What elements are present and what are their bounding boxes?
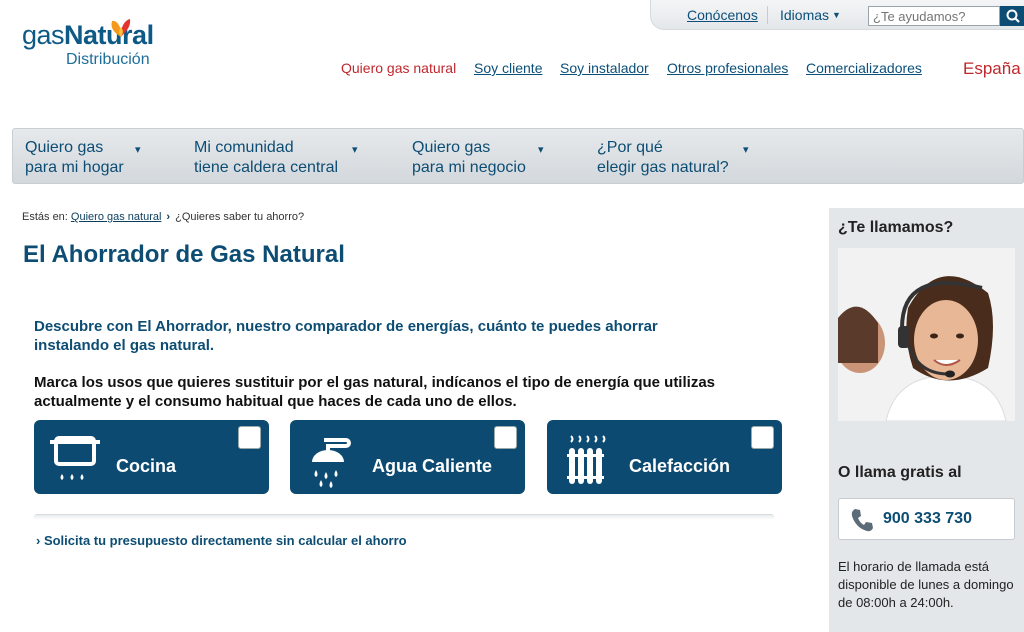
nav-soy-instalador[interactable]: Soy instalador: [560, 60, 649, 76]
phone-box[interactable]: 900 333 730: [838, 498, 1015, 540]
call-schedule-text: El horario de llamada está disponible de…: [838, 559, 1014, 610]
nav-quiero-gas-natural[interactable]: Quiero gas natural: [341, 60, 456, 76]
callback-title: ¿Te llamamos?: [838, 219, 954, 236]
menu-comunidad[interactable]: Mi comunidad tiene caldera central ▾: [194, 138, 358, 178]
card-calefaccion-label: Calefacción: [629, 456, 731, 476]
phone-number: 900 333 730: [883, 510, 972, 527]
search-button[interactable]: [1000, 6, 1024, 26]
menu-comunidad-line1: Mi comunidad: [194, 139, 294, 156]
main-menu: Quiero gas para mi hogar ▾ Mi comunidad …: [12, 128, 1024, 184]
gas-natural-logo[interactable]: gasNatural Distribución: [22, 19, 154, 68]
call-title: O llama gratis al: [838, 464, 962, 481]
call-center-agent-image[interactable]: [838, 248, 1015, 421]
logo-brand: gasNatural: [22, 20, 154, 51]
menu-comunidad-line2: tiene caldera central: [194, 159, 339, 176]
card-cocina-label: Cocina: [116, 456, 177, 476]
menu-negocio-line1: Quiero gas: [412, 139, 491, 156]
menu-hogar-line2: para mi hogar: [25, 159, 124, 176]
breadcrumb-prefix: Estás en:: [22, 211, 68, 223]
solicita-presupuesto-link[interactable]: › Solicita tu presupuesto directamente s…: [36, 533, 407, 548]
chevron-down-icon: ▾: [743, 144, 749, 156]
card-cocina[interactable]: Cocina: [34, 420, 269, 494]
breadcrumb-link[interactable]: Quiero gas natural: [71, 211, 162, 223]
instructions-text: Marca los usos que quieres sustituir por…: [34, 374, 715, 410]
calefaccion-checkbox[interactable]: [751, 426, 774, 449]
cocina-checkbox[interactable]: [238, 426, 261, 449]
utility-divider: [767, 6, 768, 24]
breadcrumb-current: ¿Quieres saber tu ahorro?: [175, 211, 305, 223]
search-input[interactable]: [868, 6, 1000, 26]
idiomas-dropdown[interactable]: Idiomas ▼: [780, 7, 841, 23]
page-title: El Ahorrador de Gas Natural: [23, 241, 345, 268]
nav-soy-cliente[interactable]: Soy cliente: [474, 60, 542, 76]
chevron-down-icon: ▾: [538, 144, 544, 156]
menu-por-que-line1: ¿Por qué: [597, 139, 663, 156]
menu-por-que-line2: elegir gas natural?: [597, 159, 729, 176]
shower-icon: [312, 438, 351, 488]
card-agua-caliente-label: Agua Caliente: [372, 456, 493, 476]
menu-negocio-line2: para mi negocio: [412, 159, 526, 176]
menu-por-que[interactable]: ¿Por qué elegir gas natural? ▾: [597, 138, 749, 178]
chevron-down-icon: ▾: [352, 144, 358, 156]
idiomas-label: Idiomas: [780, 7, 830, 23]
phone-icon: [851, 509, 873, 532]
search-icon: [1006, 9, 1020, 23]
cooking-pot-icon: [50, 436, 100, 480]
card-agua-caliente[interactable]: Agua Caliente: [290, 420, 525, 494]
nav-comercializadores[interactable]: Comercializadores: [806, 60, 922, 76]
logo-subtitle: Distribución: [66, 51, 150, 68]
country-selector[interactable]: España: [963, 59, 1021, 79]
nav-otros-profesionales[interactable]: Otros profesionales: [667, 60, 788, 76]
chevron-right-icon: ›: [166, 211, 171, 223]
conocenos-link[interactable]: Conócenos: [687, 7, 758, 23]
card-calefaccion[interactable]: Calefacción: [547, 420, 782, 494]
menu-hogar[interactable]: Quiero gas para mi hogar ▾: [25, 138, 141, 178]
sidebar: ¿Te llamamos? O llama gratis al 900 333 …: [829, 208, 1024, 632]
intro-text: Descubre con El Ahorrador, nuestro compa…: [34, 318, 658, 354]
logo-brand-gas: gas: [22, 20, 65, 50]
menu-negocio[interactable]: Quiero gas para mi negocio ▾: [412, 138, 544, 178]
section-divider: [34, 514, 774, 520]
radiator-icon: [567, 435, 606, 484]
agent-photo: [838, 248, 1015, 421]
menu-hogar-line1: Quiero gas: [25, 139, 104, 156]
agua-caliente-checkbox[interactable]: [494, 426, 517, 449]
chevron-down-icon: ▾: [135, 144, 141, 156]
utility-bar: Conócenos Idiomas ▼: [650, 0, 1024, 30]
butterfly-icon: [111, 19, 131, 37]
chevron-down-icon: ▼: [832, 10, 841, 20]
breadcrumb: Estás en: Quiero gas natural › ¿Quieres sa…: [22, 211, 304, 223]
